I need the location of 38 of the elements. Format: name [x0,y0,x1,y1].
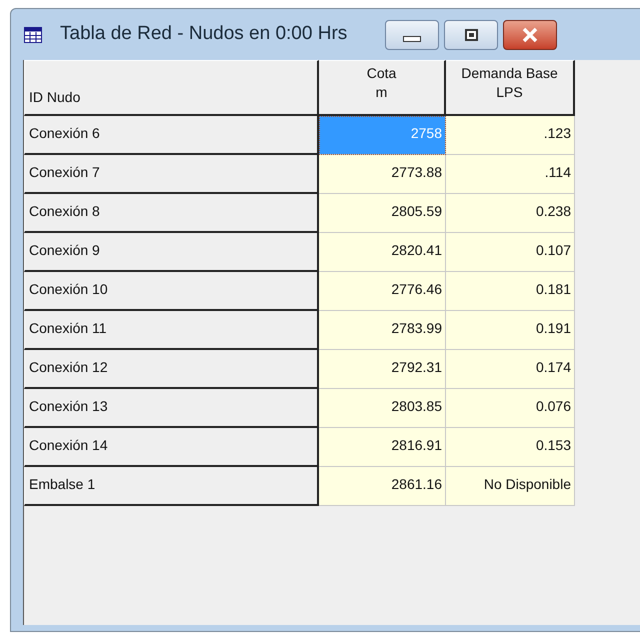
row-header[interactable]: Conexión 7 [24,155,319,194]
column-header[interactable]: ID Nudo [24,60,319,116]
table-cell[interactable]: 0.238 [446,194,575,233]
table-cell[interactable]: 0.181 [446,272,575,311]
table-icon [24,26,42,42]
row-header[interactable]: Conexión 9 [24,233,319,272]
table-cell[interactable]: 2861.16 [319,467,446,506]
row-header[interactable]: Conexión 6 [24,116,319,155]
close-icon [521,26,540,42]
table-cell[interactable]: 2816.91 [319,428,446,467]
table-cell[interactable]: 0.107 [446,233,575,272]
row-header[interactable]: Conexión 10 [24,272,319,311]
row-header[interactable]: Conexión 14 [24,428,319,467]
table-cell[interactable]: 0.076 [446,389,575,428]
row-header[interactable]: Conexión 13 [24,389,319,428]
table-cell[interactable]: 2783.99 [319,311,446,350]
table-cell[interactable]: 2792.31 [319,350,446,389]
row-header[interactable]: Conexión 11 [24,311,319,350]
table-cell[interactable]: 2805.59 [319,194,446,233]
table-cell[interactable]: 2773.88 [319,155,446,194]
table-cell[interactable]: 2776.46 [319,272,446,311]
table-cell[interactable]: 0.191 [446,311,575,350]
row-header[interactable]: Conexión 12 [24,350,319,389]
column-header[interactable]: Cota m [319,60,446,116]
table-cell[interactable]: .114 [446,155,575,194]
table-cell[interactable]: .123 [446,116,575,155]
table-cell[interactable]: 2820.41 [319,233,446,272]
table-cell[interactable]: No Disponible [446,467,575,506]
window-title: Tabla de Red - Nudos en 0:00 Hrs [60,22,348,46]
table-cell[interactable]: 0.174 [446,350,575,389]
maximize-button[interactable] [444,20,498,50]
close-button[interactable] [503,20,558,50]
column-header[interactable]: Demanda Base LPS [446,60,575,116]
row-header[interactable]: Conexión 8 [24,194,319,233]
table-cell[interactable]: 0.153 [446,428,575,467]
table-cell[interactable]: 2803.85 [319,389,446,428]
row-header[interactable]: Embalse 1 [24,467,319,506]
minimize-button[interactable] [385,20,440,50]
